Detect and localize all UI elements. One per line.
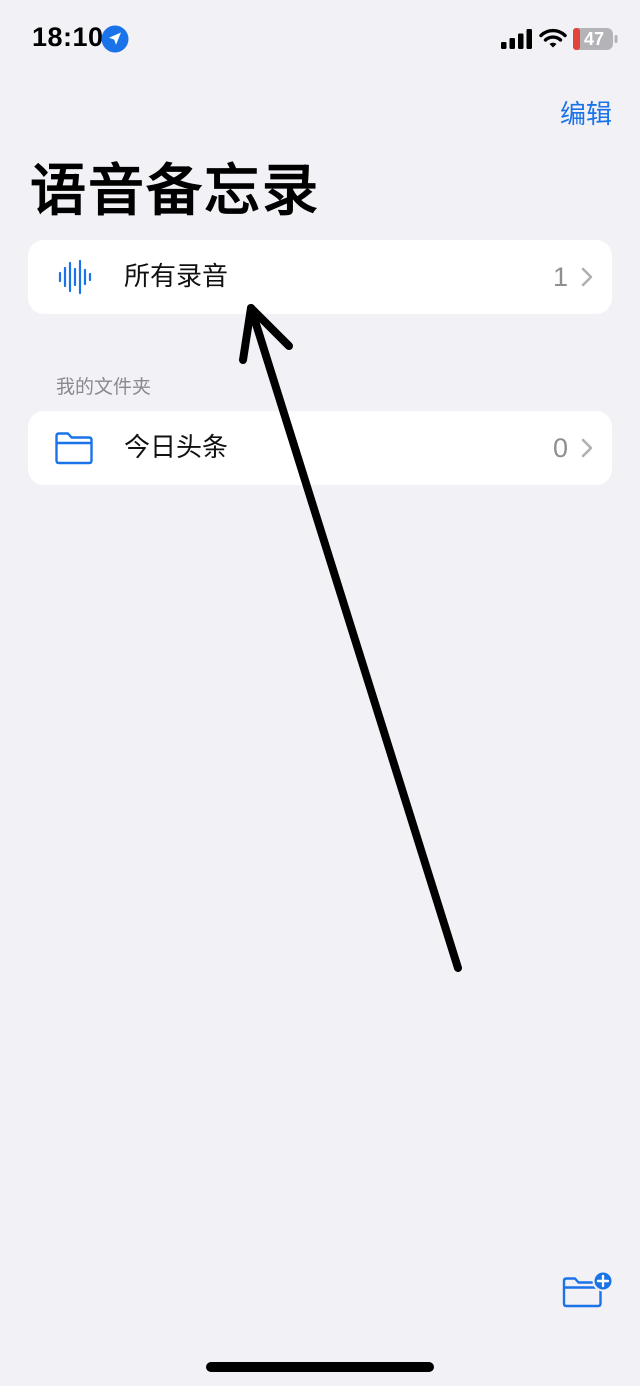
home-indicator [206,1362,434,1372]
new-folder-button[interactable] [560,1270,614,1310]
folder-icon [55,432,93,465]
status-time: 18:10 [32,22,104,52]
status-bar: 18:10 47 [0,0,640,80]
my-folders-header: 我的文件夹 [56,376,152,398]
folder-row[interactable]: 今日头条 0 [28,411,612,485]
all-recordings-label: 所有录音 [124,262,229,292]
location-arrow-icon [101,25,129,53]
battery-level: 47 [583,29,605,49]
all-recordings-row[interactable]: 所有录音 1 [28,240,612,314]
page-title: 语音备忘录 [30,159,320,224]
chevron-right-icon [581,267,593,287]
all-recordings-count: 1 [552,262,568,292]
cellular-signal-icon [501,29,532,49]
wifi-icon [539,28,567,48]
folder-count: 0 [552,433,568,463]
waveform-icon [58,259,92,295]
chevron-right-icon [581,438,593,458]
folder-label: 今日头条 [124,433,229,463]
edit-button[interactable]: 编辑 [560,94,612,131]
